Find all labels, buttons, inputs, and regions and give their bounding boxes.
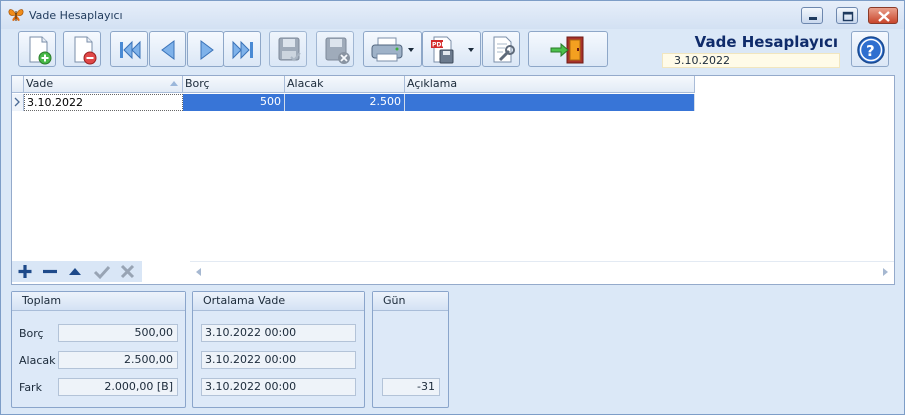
toplam-alacak-value: 2.500,00 [58,351,178,369]
wrench-icon [493,36,515,63]
maximize-icon [842,11,854,22]
gun-panel-title: Gün [373,292,448,311]
save-button[interactable] [269,31,307,67]
app-window: Vade Hesaplayıcı PDF Vade Hesaplayıcı 3.… [0,0,905,415]
maximize-button[interactable] [836,7,858,24]
grid-navigator [12,261,142,282]
column-header-vade[interactable]: Vade [24,76,183,93]
cell-vade[interactable]: 3.10.2022 [24,94,183,111]
cell-alacak[interactable]: 2.500 [285,94,405,111]
ortalama-vade-fark-value: 3.10.2022 00:00 [201,378,356,396]
first-record-button[interactable] [110,31,148,67]
alacak-label: Alacak [19,354,56,367]
last-icon [232,40,253,60]
toplam-fark-value: 2.000,00 [B] [58,378,178,396]
sort-ascending-icon [170,81,178,86]
first-icon [120,40,141,60]
grid-header: Vade Borç Alacak Açıklama [12,76,696,93]
horizontal-scrollbar[interactable] [190,261,894,282]
up-arrow-icon[interactable] [65,261,85,282]
ortalama-vade-panel: Ortalama Vade 3.10.2022 00:00 3.10.2022 … [192,291,365,408]
delete-record-button[interactable] [63,31,101,67]
page-title: Vade Hesaplayıcı [694,33,838,51]
pdf-export-icon: PDF [431,36,474,64]
save-cancel-icon [325,37,350,64]
toplam-borc-value: 500,00 [58,324,178,342]
fark-label: Fark [19,381,42,394]
ortalama-vade-panel-title: Ortalama Vade [193,292,364,311]
scroll-left-icon[interactable] [196,268,201,276]
column-header-alacak[interactable]: Alacak [285,76,405,93]
help-button[interactable]: ? [851,31,889,67]
cell-borc[interactable]: 500 [183,94,285,111]
toplam-panel-title: Toplam [12,292,185,311]
svg-text:?: ? [866,42,875,60]
close-window-button[interactable] [868,7,898,24]
column-header-label: Vade [26,77,54,90]
help-icon: ? [857,36,885,64]
column-header-aciklama[interactable]: Açıklama [405,76,695,93]
print-button[interactable] [363,31,422,67]
ortalama-vade-alacak-value: 3.10.2022 00:00 [201,351,356,369]
table-row[interactable]: 3.10.2022 500 2.500 [12,94,696,111]
minimize-icon [809,17,817,20]
cross-icon[interactable] [117,261,139,282]
previous-record-button[interactable] [149,31,186,67]
check-icon[interactable] [91,261,113,282]
row-indicator[interactable] [12,94,24,111]
next-record-button[interactable] [187,31,224,67]
row-indicator-header [12,76,24,93]
column-header-borc[interactable]: Borç [183,76,285,93]
minus-icon[interactable] [39,261,61,282]
minimize-button[interactable] [801,7,823,24]
last-record-button[interactable] [223,31,261,67]
gun-value: -31 [382,378,440,396]
plus-icon[interactable] [14,261,36,282]
cancel-save-button[interactable] [316,31,354,67]
scroll-right-icon[interactable] [883,268,888,276]
exit-button[interactable] [528,31,608,67]
data-grid[interactable]: Vade Borç Alacak Açıklama 3.10.2022 500 … [11,75,895,285]
new-record-button[interactable] [18,31,56,67]
current-row-chevron-icon [14,97,20,107]
header-date: 3.10.2022 [662,53,840,68]
borc-label: Borç [19,327,44,340]
close-icon [878,11,890,22]
cell-aciklama[interactable] [405,94,695,111]
gun-panel: Gün -31 [372,291,449,408]
column-header-label: Alacak [287,77,324,90]
export-pdf-button[interactable]: PDF [422,31,481,67]
exit-door-icon [550,36,584,64]
save-icon [278,37,301,62]
printer-icon [371,37,414,62]
svg-text:PDF: PDF [432,42,445,49]
window-title: Vade Hesaplayıcı [29,9,123,22]
previous-icon [161,40,175,60]
next-icon [200,40,214,60]
new-document-icon [29,36,52,65]
title-bar: Vade Hesaplayıcı [1,1,904,29]
settings-button[interactable] [482,31,520,67]
butterfly-icon [8,9,24,21]
column-header-label: Borç [185,77,210,90]
toplam-panel: Toplam Borç 500,00 Alacak 2.500,00 Fark … [11,291,186,408]
column-header-label: Açıklama [407,77,458,90]
delete-document-icon [74,36,97,65]
ortalama-vade-borc-value: 3.10.2022 00:00 [201,324,356,342]
